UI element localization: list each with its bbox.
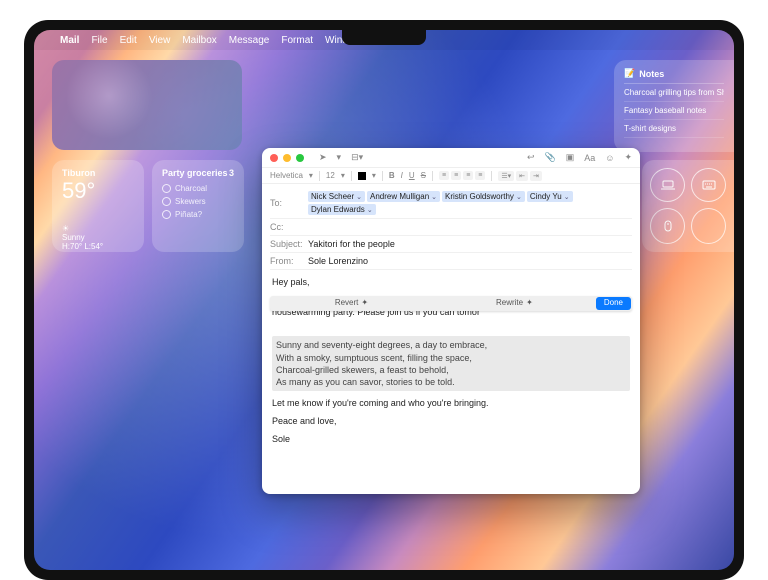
notes-title: Notes [639, 69, 664, 79]
display-notch [342, 30, 426, 45]
shortcut-empty[interactable] [691, 208, 726, 244]
font-size-select[interactable]: 12 [326, 171, 335, 180]
reminders-widget[interactable]: Party groceries 3 Charcoal Skewers Piñat… [152, 160, 244, 252]
message-body[interactable]: Hey pals, We're finally settled into the… [262, 270, 640, 494]
recipient-pill[interactable]: Kristin Goldsworthy [442, 191, 525, 202]
from-label: From: [270, 256, 304, 266]
to-field[interactable]: Nick Scheer Andrew Mulligan Kristin Gold… [308, 191, 632, 215]
weather-widget[interactable]: Tiburon 59° ☀ Sunny H:70° L:54° [52, 160, 144, 252]
note-item[interactable]: Fantasy baseball notes [624, 102, 724, 120]
menu-format[interactable]: Format [281, 35, 313, 46]
window-zoom-button[interactable] [296, 154, 304, 162]
rewritten-text-block[interactable]: Sunny and seventy-eight degrees, a day t… [272, 336, 630, 391]
reminder-item[interactable]: Skewers [162, 195, 234, 208]
to-label: To: [270, 198, 304, 208]
notes-icon: 📝 [624, 68, 635, 79]
wt-done-button[interactable]: Done [596, 297, 631, 310]
subject-label: Subject: [270, 239, 304, 249]
emoji-icon[interactable]: ☺ [605, 153, 614, 163]
sparkle-icon: ✦ [526, 298, 533, 309]
send-icon[interactable]: ➤ [319, 152, 327, 163]
note-item[interactable]: T-shirt designs [624, 120, 724, 138]
body-greeting: Hey pals, [272, 276, 630, 288]
italic-button[interactable]: I [401, 171, 403, 180]
weather-location: Tiburon [62, 168, 134, 178]
photo-widget[interactable] [52, 60, 242, 150]
weather-hilo: H:70° L:54° [62, 242, 134, 251]
underline-button[interactable]: U [409, 171, 415, 180]
align-right-button[interactable]: ≡ [463, 171, 473, 180]
window-minimize-button[interactable] [283, 154, 291, 162]
menubar-app-name[interactable]: Mail [60, 35, 79, 46]
menu-view[interactable]: View [149, 35, 171, 46]
recipient-pill[interactable]: Cindy Yu [527, 191, 573, 202]
photo-icon[interactable]: ▣ [566, 152, 575, 163]
from-field[interactable]: Sole Lorenzino [308, 256, 632, 266]
format-bar: Helvetica▾ 12▾ ▾ B I U S ≡ ≡ ≡ ≡ [262, 168, 640, 184]
recipient-pill[interactable]: Andrew Mulligan [367, 191, 440, 202]
notes-widget[interactable]: 📝 Notes Charcoal grilling tips from Sh F… [614, 60, 734, 152]
indent-more-button[interactable]: ⇥ [530, 171, 542, 181]
menu-edit[interactable]: Edit [120, 35, 137, 46]
reminders-count: 3 [229, 168, 234, 178]
reminder-item[interactable]: Charcoal [162, 182, 234, 195]
reminder-item[interactable]: Piñata? [162, 208, 234, 221]
shortcut-keyboard-icon[interactable] [691, 168, 726, 202]
menu-file[interactable]: File [91, 35, 107, 46]
note-item[interactable]: Charcoal grilling tips from Sh [624, 84, 724, 102]
align-left-button[interactable]: ≡ [439, 171, 449, 180]
weather-temp: 59° [62, 180, 134, 202]
indent-less-button[interactable]: ⇤ [516, 171, 528, 181]
wt-revert-button[interactable]: Revert ✦ [270, 298, 433, 309]
window-close-button[interactable] [270, 154, 278, 162]
subject-field[interactable]: Yakitori for the people [308, 239, 632, 249]
strike-button[interactable]: S [421, 171, 426, 180]
align-center-button[interactable]: ≡ [451, 171, 461, 180]
list-bullet-button[interactable]: ☰▾ [498, 171, 514, 181]
shortcut-mouse-icon[interactable] [650, 208, 685, 244]
attach-icon[interactable]: 📎 [545, 152, 556, 163]
cc-label: Cc: [270, 222, 304, 232]
align-justify-button[interactable]: ≡ [475, 171, 485, 180]
sun-icon: ☀ [62, 224, 69, 233]
chevron-down-icon[interactable]: ▾ [337, 152, 342, 163]
header-fields-icon[interactable]: ⊟▾ [351, 152, 363, 163]
wt-rewrite-button[interactable]: Rewrite ✦ [433, 298, 596, 309]
reply-icon[interactable]: ↩︎ [527, 152, 535, 163]
body-signoff: Peace and love, [272, 415, 630, 427]
menu-message[interactable]: Message [229, 35, 270, 46]
shortcut-laptop-icon[interactable] [650, 168, 685, 202]
compose-window: ➤ ▾ ⊟▾ ↩︎ 📎 ▣ Aa ☺ ✦ Helvetica▾ 12▾ [262, 148, 640, 494]
weather-condition: Sunny [62, 233, 85, 242]
desktop: Mail File Edit View Mailbox Message Form… [34, 30, 734, 570]
writing-tools-bar: Revert ✦ Rewrite ✦ Done [270, 296, 632, 311]
compose-titlebar[interactable]: ➤ ▾ ⊟▾ ↩︎ 📎 ▣ Aa ☺ ✦ [262, 148, 640, 168]
sparkle-icon: ✦ [361, 298, 368, 309]
laptop-frame: Mail File Edit View Mailbox Message Form… [24, 20, 744, 580]
writing-tools-icon[interactable]: ✦ [624, 152, 632, 163]
font-family-select[interactable]: Helvetica [270, 171, 303, 180]
body-signature: Sole [272, 433, 630, 445]
reminders-title: Party groceries [162, 168, 228, 178]
recipient-pill[interactable]: Dylan Edwards [308, 204, 376, 215]
shortcuts-widget[interactable] [642, 160, 734, 252]
text-color-picker[interactable] [358, 172, 366, 180]
body-paragraph: Let me know if you're coming and who you… [272, 397, 630, 409]
bold-button[interactable]: B [389, 171, 395, 180]
format-icon[interactable]: Aa [584, 153, 595, 163]
recipient-pill[interactable]: Nick Scheer [308, 191, 365, 202]
menu-mailbox[interactable]: Mailbox [182, 35, 216, 46]
